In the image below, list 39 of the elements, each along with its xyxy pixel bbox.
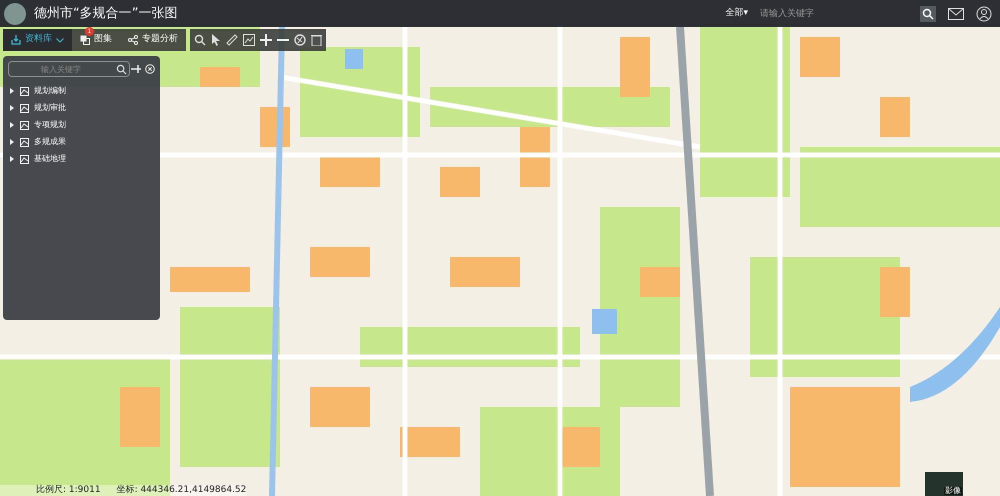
layer-tree-item[interactable]: 专项规划 xyxy=(3,117,160,133)
search-field[interactable]: 请输入关键字 xyxy=(756,4,916,24)
map-coordinates: 坐标: 444346.21,4149864.52 xyxy=(116,486,246,495)
search-button[interactable] xyxy=(920,6,936,22)
caret-icon xyxy=(56,38,64,42)
layers-icon xyxy=(80,35,90,45)
search-icon[interactable] xyxy=(116,64,127,74)
collapsed-arrow-icon[interactable] xyxy=(9,156,15,162)
layer-tree-item[interactable]: 规划编制 xyxy=(3,83,160,99)
map-scale: 比例尺: 1:9011 xyxy=(36,486,101,495)
layer-tree-item[interactable]: 多规成果 xyxy=(3,134,160,150)
collapsed-arrow-icon[interactable] xyxy=(9,122,15,128)
mail-icon[interactable] xyxy=(948,8,964,20)
app-title: 德州市“多规合一”一张图 xyxy=(34,4,178,23)
user-icon[interactable] xyxy=(976,6,992,22)
logo-icon xyxy=(4,2,26,24)
close-icon[interactable] xyxy=(145,64,155,74)
pointer-icon[interactable] xyxy=(211,34,221,46)
collapsed-arrow-icon[interactable] xyxy=(9,105,15,111)
ruler-icon[interactable] xyxy=(226,34,238,46)
share-icon xyxy=(128,35,138,45)
layer-search-field[interactable]: 输入关键字 xyxy=(8,61,130,77)
layer-tree-item[interactable]: 基础地理 xyxy=(3,151,160,167)
layer-tree-item[interactable]: 规划审批 xyxy=(3,100,160,116)
search-scope-dropdown[interactable]: 全部▾ xyxy=(717,6,756,20)
map-layer-icon xyxy=(20,86,29,96)
map-layer-icon xyxy=(20,104,29,112)
zoom-in-icon[interactable] xyxy=(260,34,272,46)
tray-icon xyxy=(11,35,21,45)
collapsed-arrow-icon[interactable] xyxy=(9,88,15,94)
map-layer-icon xyxy=(20,120,29,130)
collapsed-arrow-icon[interactable] xyxy=(9,139,15,145)
toolbar-tab[interactable]: 专题分析 xyxy=(120,29,186,51)
map-layer-icon xyxy=(20,154,29,164)
map-layer-icon xyxy=(20,138,29,146)
chart-icon[interactable] xyxy=(243,34,255,46)
search-icon[interactable] xyxy=(194,34,206,46)
basemap-switch[interactable]: 影像 xyxy=(925,472,963,496)
toolbar-tab[interactable]: 资料库 xyxy=(3,29,72,51)
